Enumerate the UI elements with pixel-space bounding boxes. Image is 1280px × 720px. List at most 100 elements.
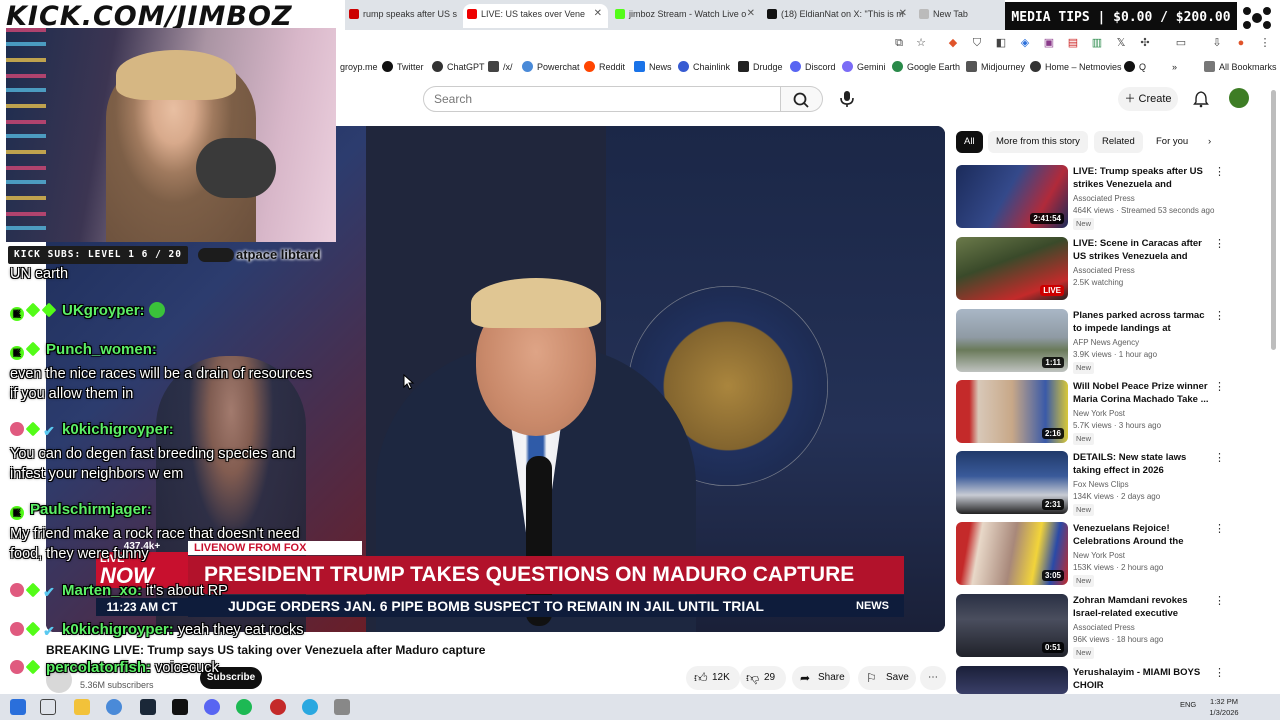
notifications-bell-icon[interactable] [1192, 90, 1210, 108]
bookmarks-overflow-icon[interactable]: » [1172, 60, 1177, 74]
bookmark-item[interactable]: Reddit [584, 60, 625, 74]
bookmark-item[interactable]: Q [1124, 60, 1146, 74]
bookmark-item[interactable]: Drudge [738, 60, 783, 74]
chip-for-you[interactable]: For you [1148, 131, 1196, 153]
bookmark-item[interactable]: Twitter [382, 60, 424, 74]
search-input[interactable]: Search [423, 86, 781, 112]
recommendation-channel[interactable]: New York Post [1073, 550, 1209, 562]
download-icon[interactable]: ⇩ [1210, 36, 1224, 50]
video-thumbnail[interactable]: 2:16 [956, 380, 1068, 443]
recommendation-channel[interactable]: Associated Press [1073, 622, 1209, 634]
save-button[interactable]: ⚐ Save [858, 666, 916, 690]
kebab-menu-icon[interactable]: ⋮ [1214, 596, 1225, 607]
recommendation-title[interactable]: LIVE: Scene in Caracas after US strikes … [1073, 237, 1209, 263]
search-button[interactable] [781, 86, 823, 112]
bookmark-item[interactable]: groyp.me [340, 60, 378, 74]
user-avatar[interactable] [1229, 88, 1249, 108]
bookmark-item[interactable]: Gemini [842, 60, 886, 74]
chip-all[interactable]: All [956, 131, 983, 153]
video-thumbnail[interactable]: 2:41:54 [956, 165, 1068, 228]
recommendation-channel[interactable]: Fox News Clips [1073, 479, 1209, 491]
recommendation-title[interactable]: Planes parked across tarmac to impede la… [1073, 309, 1209, 335]
browser-tab[interactable]: New Tab [915, 4, 1003, 28]
bookmark-item[interactable]: Google Earth [892, 60, 960, 74]
extension-icon[interactable]: ◈ [1018, 36, 1032, 50]
recommendation-item[interactable]: 2:41:54 LIVE: Trump speaks after US stri… [956, 165, 1226, 230]
recommendation-item[interactable]: 3:05 Venezuelans Rejoice! Celebrations A… [956, 522, 1226, 587]
recommendation-title[interactable]: DETAILS: New state laws taking effect in… [1073, 451, 1209, 477]
kebab-menu-icon[interactable]: ⋮ [1214, 453, 1225, 464]
scrollbar-thumb[interactable] [1271, 90, 1276, 350]
recommendation-title[interactable]: Will Nobel Peace Prize winner Maria Cori… [1073, 380, 1209, 406]
extension-icon[interactable]: ◆ [946, 36, 960, 50]
recommendation-title[interactable]: LIVE: Trump speaks after US strikes Vene… [1073, 165, 1209, 191]
bookmark-item[interactable]: Chainlink [678, 60, 730, 74]
bookmark-item[interactable]: Discord [790, 60, 836, 74]
recommendation-item[interactable]: 1:11 Planes parked across tarmac to impe… [956, 309, 1226, 374]
sidebar-toggle-icon[interactable]: ▭ [1174, 36, 1188, 50]
share-button[interactable]: ➦ Share [792, 666, 850, 690]
bookmark-item[interactable]: /x/ [488, 60, 513, 74]
chrome-icon[interactable] [106, 699, 122, 715]
close-icon[interactable]: ✕ [747, 4, 755, 24]
profile-icon[interactable]: ● [1234, 36, 1248, 50]
recommendation-channel[interactable]: Associated Press [1073, 265, 1209, 277]
x-logo-icon[interactable]: 𝕏 [1114, 36, 1128, 50]
video-thumbnail[interactable]: 1:11 [956, 309, 1068, 372]
like-button[interactable]: 👍︎ 12K [686, 666, 740, 690]
chip-related[interactable]: Related [1094, 131, 1143, 153]
recommendation-item[interactable]: 2:31 DETAILS: New state laws taking effe… [956, 451, 1226, 516]
install-icon[interactable]: ⧉ [892, 36, 906, 50]
kebab-menu-icon[interactable]: ⋮ [1214, 239, 1225, 250]
recommendation-channel[interactable]: New York Post [1073, 408, 1209, 420]
browser-tab[interactable]: (18) EldianNat on X: "This is m ✕ [763, 4, 913, 28]
bookmark-item[interactable]: Powerchat [522, 60, 580, 74]
browser-tab-active[interactable]: LIVE: US takes over Vene ✕ [463, 4, 608, 28]
create-button[interactable]: ＋ Create [1118, 87, 1178, 111]
dislike-button[interactable]: 👎︎ 29 [740, 666, 786, 690]
recommendation-channel[interactable]: Associated Press [1073, 193, 1209, 205]
kebab-menu-icon[interactable]: ⋮ [1214, 167, 1225, 178]
terminal-icon[interactable] [172, 699, 188, 715]
obs-icon[interactable] [270, 699, 286, 715]
recommendation-title[interactable]: Venezuelans Rejoice! Celebrations Around… [1073, 522, 1209, 548]
task-view-icon[interactable] [40, 699, 56, 715]
recommendation-channel[interactable]: AFP News Agency [1073, 337, 1209, 349]
file-explorer-icon[interactable] [74, 699, 90, 715]
extension-icon[interactable]: ▥ [1090, 36, 1104, 50]
kebab-menu-icon[interactable]: ⋮ [1214, 668, 1225, 679]
extension-icon[interactable]: ▣ [1042, 36, 1056, 50]
video-thumbnail[interactable]: 0:51 [956, 594, 1068, 657]
app-icon[interactable] [334, 699, 350, 715]
bookmark-item[interactable]: Home – Netmovies [1030, 60, 1122, 74]
language-indicator[interactable]: ENG [1180, 700, 1204, 712]
browser-tab[interactable]: jimboz Stream - Watch Live o ✕ [611, 4, 761, 28]
all-bookmarks[interactable]: All Bookmarks [1204, 60, 1277, 74]
browser-tab[interactable]: rump speaks after US s [345, 4, 463, 28]
more-actions-icon[interactable]: ⋯ [920, 666, 946, 690]
discord-icon[interactable] [204, 699, 220, 715]
kebab-menu-icon[interactable]: ⋮ [1214, 524, 1225, 535]
bookmark-item[interactable]: ChatGPT [432, 60, 485, 74]
close-icon[interactable]: ✕ [594, 4, 602, 24]
steam-icon[interactable] [140, 699, 156, 715]
start-icon[interactable] [10, 699, 26, 715]
kebab-menu-icon[interactable]: ⋮ [1214, 382, 1225, 393]
system-clock[interactable]: 1:32 PM 1/3/2026 [1206, 696, 1242, 718]
video-thumbnail[interactable]: 2:31 [956, 451, 1068, 514]
recommendation-item[interactable]: LIVE LIVE: Scene in Caracas after US str… [956, 237, 1226, 301]
bookmark-item[interactable]: Midjourney [966, 60, 1025, 74]
extension-icon[interactable]: ⛉ [970, 36, 984, 50]
chip-more-from-story[interactable]: More from this story [988, 131, 1088, 153]
telegram-icon[interactable] [302, 699, 318, 715]
kebab-menu-icon[interactable]: ⋮ [1214, 311, 1225, 322]
extension-icon[interactable]: ◧ [994, 36, 1008, 50]
recommendation-item[interactable]: 0:51 Zohran Mamdani revokes Israel-relat… [956, 594, 1226, 659]
extensions-puzzle-icon[interactable]: ✣ [1138, 36, 1152, 50]
chevron-right-icon[interactable]: › [1200, 131, 1219, 153]
recommendation-item[interactable]: 2:16 Will Nobel Peace Prize winner Maria… [956, 380, 1226, 445]
bookmark-star-icon[interactable]: ☆ [914, 36, 928, 50]
video-thumbnail[interactable] [956, 666, 1068, 694]
recommendation-title[interactable]: Yerushalayim - MIAMI BOYS CHOIR [1073, 666, 1209, 692]
close-icon[interactable]: ✕ [899, 4, 907, 24]
